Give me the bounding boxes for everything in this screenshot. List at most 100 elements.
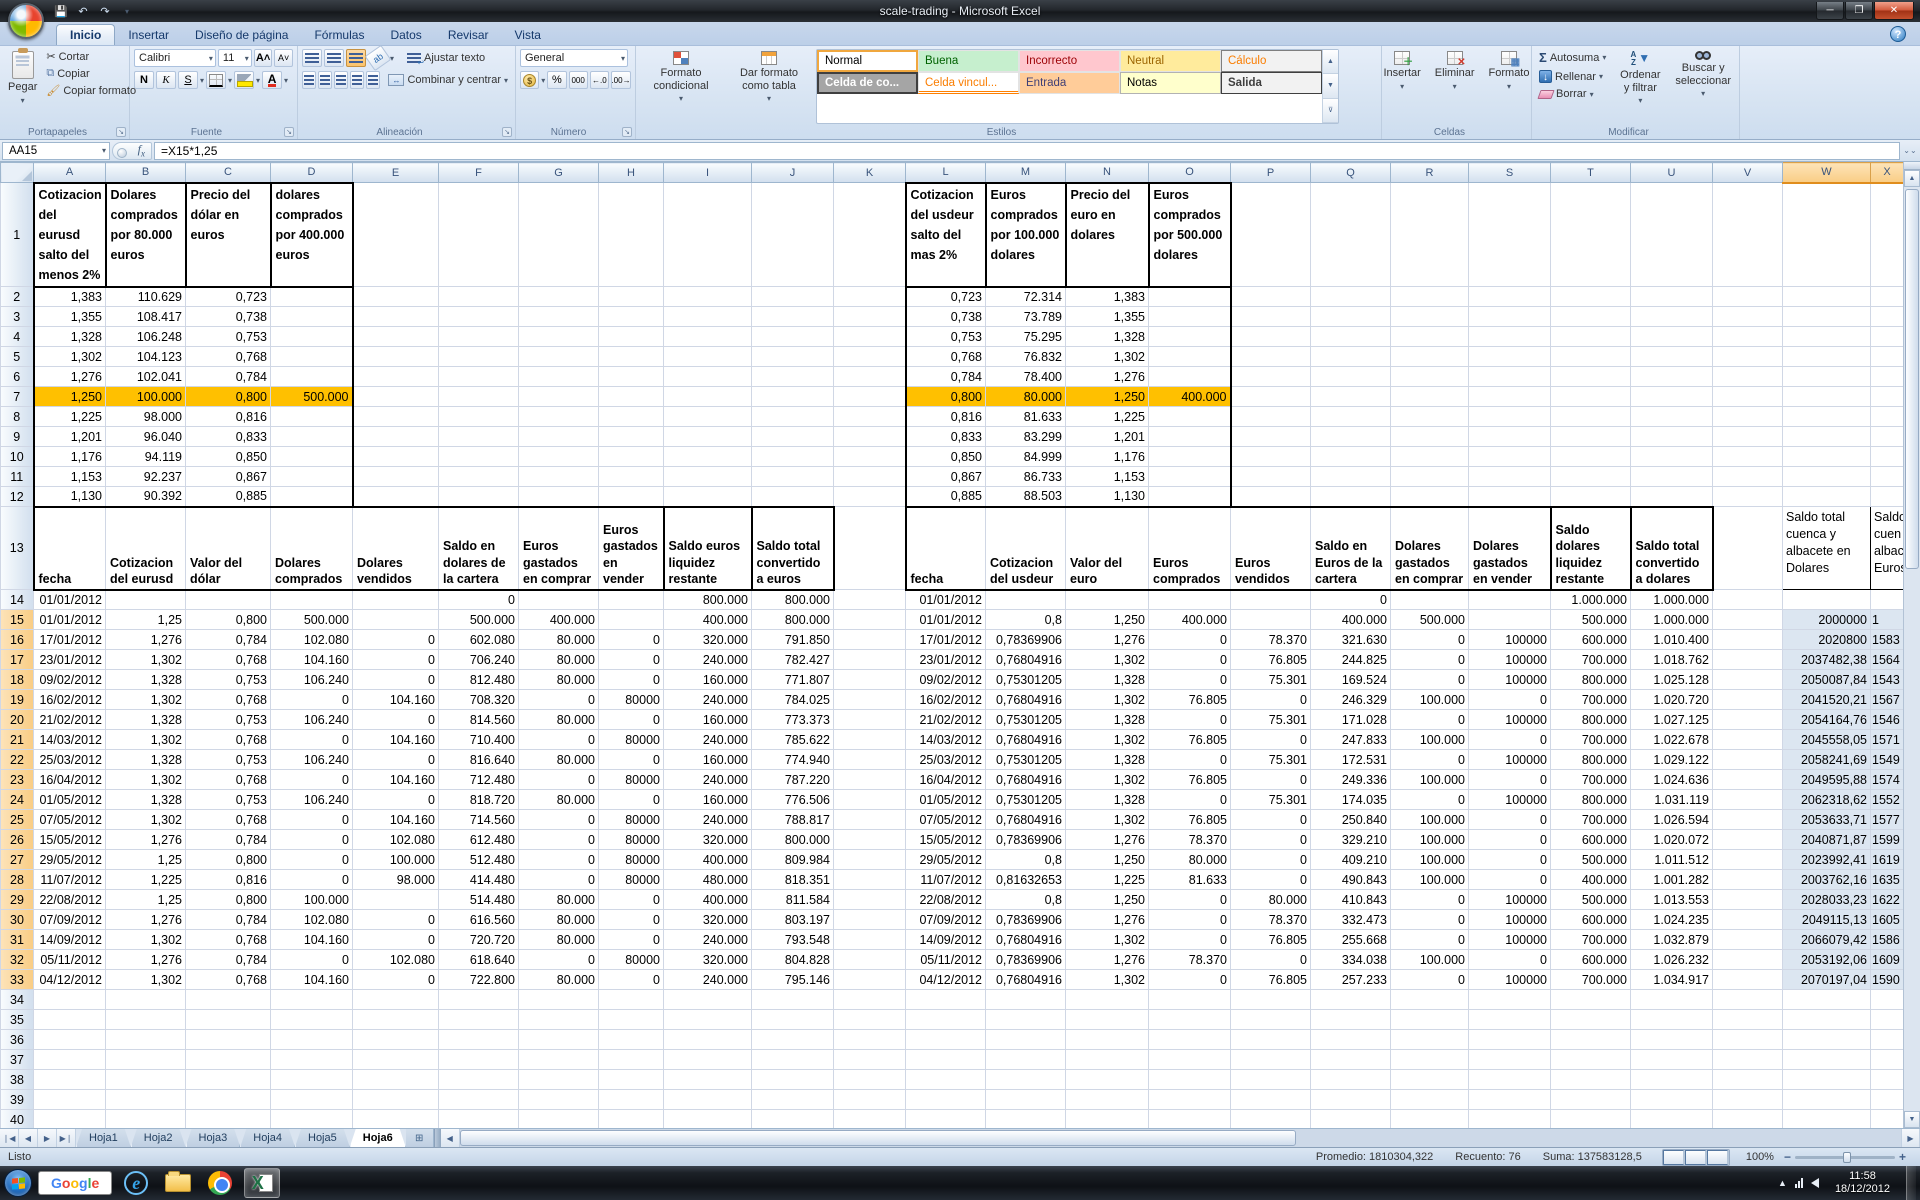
- cell-M33[interactable]: 0,76804916: [986, 970, 1066, 990]
- cell-W8[interactable]: [1783, 407, 1871, 427]
- column-header-F[interactable]: F: [439, 163, 519, 183]
- cell-T3[interactable]: [1551, 307, 1631, 327]
- cell-A31[interactable]: 14/09/2012: [34, 930, 106, 950]
- cell-P6[interactable]: [1231, 367, 1311, 387]
- cell-E12[interactable]: [353, 487, 439, 507]
- cell-H34[interactable]: [599, 990, 664, 1010]
- cell-T40[interactable]: [1551, 1110, 1631, 1129]
- row-header-11[interactable]: 11: [1, 467, 34, 487]
- cell-L25[interactable]: 07/05/2012: [906, 810, 986, 830]
- office-button[interactable]: [8, 3, 44, 39]
- cell-N40[interactable]: [1066, 1110, 1149, 1129]
- cell-S10[interactable]: [1469, 447, 1551, 467]
- cell-R17[interactable]: 0: [1391, 650, 1469, 670]
- cell-K6[interactable]: [834, 367, 906, 387]
- cell-Q25[interactable]: 250.840: [1311, 810, 1391, 830]
- cell-T28[interactable]: 400.000: [1551, 870, 1631, 890]
- cell-T13[interactable]: Saldo dolares liquidez restante: [1551, 507, 1631, 590]
- cell-D22[interactable]: 106.240: [271, 750, 353, 770]
- gallery-down-icon[interactable]: ▼: [1323, 74, 1338, 98]
- row-header-5[interactable]: 5: [1, 347, 34, 367]
- cell-R27[interactable]: 100.000: [1391, 850, 1469, 870]
- cell-K33[interactable]: [834, 970, 906, 990]
- internet-explorer-icon[interactable]: e: [118, 1168, 154, 1198]
- cell-G11[interactable]: [519, 467, 599, 487]
- cell-I35[interactable]: [664, 1010, 752, 1030]
- cell-H9[interactable]: [599, 427, 664, 447]
- cell-F2[interactable]: [439, 287, 519, 307]
- prev-sheet-icon[interactable]: ◀: [19, 1129, 38, 1147]
- cell-E3[interactable]: [353, 307, 439, 327]
- cell-M25[interactable]: 0,76804916: [986, 810, 1066, 830]
- cell-C14[interactable]: [186, 590, 271, 610]
- cell-E13[interactable]: Dolares vendidos: [353, 507, 439, 590]
- cell-M13[interactable]: Cotizacion del usdeur: [986, 507, 1066, 590]
- redo-icon[interactable]: ↷: [96, 3, 114, 19]
- cell-Q34[interactable]: [1311, 990, 1391, 1010]
- zoom-level[interactable]: 100%: [1746, 1151, 1774, 1163]
- cell-U15[interactable]: 1.000.000: [1631, 610, 1713, 630]
- cell-V30[interactable]: [1713, 910, 1783, 930]
- cell-X24[interactable]: 1552: [1871, 790, 1904, 810]
- cell-C22[interactable]: 0,753: [186, 750, 271, 770]
- cell-E21[interactable]: 104.160: [353, 730, 439, 750]
- insert-function-button[interactable]: fx: [112, 142, 152, 160]
- cell-C26[interactable]: 0,784: [186, 830, 271, 850]
- vertical-scrollbar[interactable]: ▲ ▼: [1903, 162, 1920, 1128]
- row-header-19[interactable]: 19: [1, 690, 34, 710]
- cell-N27[interactable]: 1,250: [1066, 850, 1149, 870]
- sheet-tab-hoja4[interactable]: Hoja4: [240, 1129, 295, 1147]
- column-header-K[interactable]: K: [834, 163, 906, 183]
- cell-P10[interactable]: [1231, 447, 1311, 467]
- sheet-tab-hoja1[interactable]: Hoja1: [76, 1129, 131, 1147]
- cell-S15[interactable]: [1469, 610, 1551, 630]
- cell-H38[interactable]: [599, 1070, 664, 1090]
- cell-C19[interactable]: 0,768: [186, 690, 271, 710]
- cell-F37[interactable]: [439, 1050, 519, 1070]
- font-dialog-launcher-icon[interactable]: ↘: [284, 127, 294, 137]
- cell-G14[interactable]: [519, 590, 599, 610]
- cell-T39[interactable]: [1551, 1090, 1631, 1110]
- cell-Q27[interactable]: 409.210: [1311, 850, 1391, 870]
- cell-U35[interactable]: [1631, 1010, 1713, 1030]
- cell-U29[interactable]: 1.013.553: [1631, 890, 1713, 910]
- cell-J31[interactable]: 793.548: [752, 930, 834, 950]
- cell-Q4[interactable]: [1311, 327, 1391, 347]
- cell-V17[interactable]: [1713, 650, 1783, 670]
- cell-N32[interactable]: 1,276: [1066, 950, 1149, 970]
- cell-L37[interactable]: [906, 1050, 986, 1070]
- cell-A12[interactable]: 1,130: [34, 487, 106, 507]
- cell-D8[interactable]: [271, 407, 353, 427]
- cell-R23[interactable]: 100.000: [1391, 770, 1469, 790]
- format-painter-button[interactable]: 🖌Copiar formato: [43, 83, 139, 98]
- cell-G33[interactable]: 80.000: [519, 970, 599, 990]
- cell-H6[interactable]: [599, 367, 664, 387]
- cell-P34[interactable]: [1231, 990, 1311, 1010]
- cell-T36[interactable]: [1551, 1030, 1631, 1050]
- cell-L29[interactable]: 22/08/2012: [906, 890, 986, 910]
- cell-H36[interactable]: [599, 1030, 664, 1050]
- cell-N35[interactable]: [1066, 1010, 1149, 1030]
- cell-U33[interactable]: 1.034.917: [1631, 970, 1713, 990]
- cell-O28[interactable]: 81.633: [1149, 870, 1231, 890]
- cell-M6[interactable]: 78.400: [986, 367, 1066, 387]
- cell-S29[interactable]: 100000: [1469, 890, 1551, 910]
- cell-H20[interactable]: 0: [599, 710, 664, 730]
- cell-K11[interactable]: [834, 467, 906, 487]
- cell-A22[interactable]: 25/03/2012: [34, 750, 106, 770]
- row-header-36[interactable]: 36: [1, 1030, 34, 1050]
- scroll-up-icon[interactable]: ▲: [1904, 170, 1920, 187]
- cell-U5[interactable]: [1631, 347, 1713, 367]
- cell-X6[interactable]: [1871, 367, 1904, 387]
- cell-W34[interactable]: [1783, 990, 1871, 1010]
- cell-R40[interactable]: [1391, 1110, 1469, 1129]
- cell-V31[interactable]: [1713, 930, 1783, 950]
- cell-O24[interactable]: 0: [1149, 790, 1231, 810]
- cell-N31[interactable]: 1,302: [1066, 930, 1149, 950]
- cell-K35[interactable]: [834, 1010, 906, 1030]
- row-header-21[interactable]: 21: [1, 730, 34, 750]
- cell-K10[interactable]: [834, 447, 906, 467]
- cell-S26[interactable]: 0: [1469, 830, 1551, 850]
- cell-J4[interactable]: [752, 327, 834, 347]
- cell-A3[interactable]: 1,355: [34, 307, 106, 327]
